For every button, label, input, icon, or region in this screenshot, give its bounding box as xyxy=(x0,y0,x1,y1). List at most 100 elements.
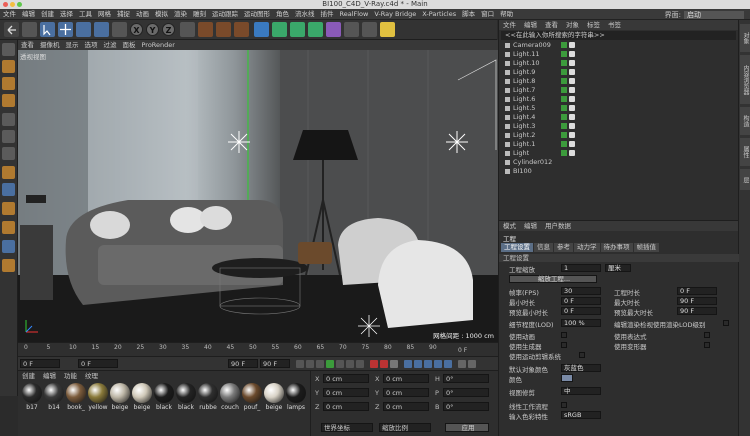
object-row[interactable]: Light.8 xyxy=(499,77,738,86)
cube-icon[interactable] xyxy=(254,22,269,37)
color-swatch[interactable] xyxy=(561,374,573,382)
menu-item-2[interactable]: 创建 xyxy=(38,9,57,20)
render-settings-icon[interactable] xyxy=(234,22,249,37)
tag-icon[interactable] xyxy=(569,132,575,138)
material-swatch[interactable] xyxy=(110,383,130,403)
material-menu-item-0[interactable]: 创建 xyxy=(18,371,39,381)
tag-icon[interactable] xyxy=(569,42,575,48)
move-tool-icon[interactable] xyxy=(58,22,73,37)
use-generator-checkbox[interactable] xyxy=(561,342,567,348)
attribute-menu-item-1[interactable]: 编辑 xyxy=(520,221,541,231)
menu-item-14[interactable]: 流水线 xyxy=(292,9,318,20)
material-swatch[interactable] xyxy=(132,383,152,403)
material-swatch[interactable] xyxy=(176,383,196,403)
linear-workflow-checkbox[interactable] xyxy=(561,402,567,408)
menu-item-9[interactable]: 渲染 xyxy=(171,9,190,20)
object-row[interactable]: Light.6 xyxy=(499,95,738,104)
object-menu-item-2[interactable]: 查看 xyxy=(541,20,562,30)
use-motion-checkbox[interactable] xyxy=(579,352,585,358)
start-frame-field[interactable]: 0 F xyxy=(78,359,118,368)
view-clip-dropdown[interactable]: 中 xyxy=(561,387,601,395)
input-color-dropdown[interactable]: sRGB xyxy=(561,411,601,419)
object-row[interactable]: Light.9 xyxy=(499,68,738,77)
material-menu-item-2[interactable]: 功能 xyxy=(60,371,81,381)
parameter-key-icon[interactable] xyxy=(434,360,442,368)
record-icon[interactable] xyxy=(370,360,378,368)
attribute-tab-3[interactable]: 动力学 xyxy=(574,243,600,252)
right-tab-1[interactable]: 内容浏览器 xyxy=(740,55,750,104)
maximize-window-button[interactable] xyxy=(17,2,22,7)
visibility-check-icon[interactable] xyxy=(561,114,567,120)
position-field[interactable]: 0 cm xyxy=(323,402,369,411)
object-search-input[interactable]: <<在此输入你所搜索的字符串>> xyxy=(501,31,736,40)
position-field[interactable]: 0 cm xyxy=(323,388,369,397)
fps-field[interactable]: 30 xyxy=(561,287,601,295)
end-frame-field[interactable]: 90 F xyxy=(228,359,258,368)
apply-button[interactable]: 应用 xyxy=(445,423,489,432)
recent-tool-icon[interactable] xyxy=(112,22,127,37)
material-swatch[interactable] xyxy=(88,383,108,403)
tag-icon[interactable] xyxy=(569,69,575,75)
right-tab-2[interactable]: 构造 xyxy=(740,107,750,135)
object-row[interactable]: Light.5 xyxy=(499,104,738,113)
end-frame-field-2[interactable]: 90 F xyxy=(260,359,290,368)
viewport-solo-icon[interactable] xyxy=(2,240,15,253)
goto-end-icon[interactable] xyxy=(356,360,364,368)
undo-icon[interactable] xyxy=(4,22,19,37)
camera-icon[interactable] xyxy=(362,22,377,37)
rotation-key-icon[interactable] xyxy=(424,360,432,368)
redo-icon[interactable] xyxy=(22,22,37,37)
x-axis-lock-button[interactable]: X xyxy=(130,23,143,36)
tag-icon[interactable] xyxy=(569,96,575,102)
point-level-icon[interactable] xyxy=(444,360,452,368)
attribute-tab-5[interactable]: 帧插值 xyxy=(633,243,659,252)
visibility-check-icon[interactable] xyxy=(561,69,567,75)
duration-field[interactable]: 0 F xyxy=(677,287,717,295)
scale-mode-dropdown[interactable]: 缩放比例 xyxy=(379,423,431,432)
scale-tool-icon[interactable] xyxy=(76,22,91,37)
spline-pen-icon[interactable] xyxy=(272,22,287,37)
interface-selector[interactable]: 界面: 启动 xyxy=(665,10,744,20)
tag-icon[interactable] xyxy=(569,105,575,111)
array-icon[interactable] xyxy=(308,22,323,37)
use-expression-checkbox[interactable] xyxy=(704,332,710,338)
polygons-mode-icon[interactable] xyxy=(2,147,15,160)
close-window-button[interactable] xyxy=(3,2,8,7)
autokey-icon[interactable] xyxy=(380,360,388,368)
attribute-menu-item-0[interactable]: 模式 xyxy=(499,221,520,231)
next-key-icon[interactable] xyxy=(346,360,354,368)
viewport-menu-item-0[interactable]: 查看 xyxy=(18,40,37,50)
rotation-field[interactable]: 0° xyxy=(443,388,489,397)
material-swatch[interactable] xyxy=(286,383,306,403)
interface-dropdown[interactable]: 启动 xyxy=(684,11,744,19)
material-swatch[interactable] xyxy=(66,383,86,403)
default-color-dropdown[interactable]: 灰蓝色 xyxy=(561,364,601,372)
visibility-check-icon[interactable] xyxy=(561,96,567,102)
axis-mode-icon[interactable] xyxy=(2,166,15,179)
menu-item-4[interactable]: 工具 xyxy=(76,9,95,20)
object-menu-item-4[interactable]: 标签 xyxy=(583,20,604,30)
attribute-tab-4[interactable]: 待办事项 xyxy=(600,243,633,252)
lod-field[interactable]: 100 % xyxy=(561,319,601,327)
rotation-field[interactable]: 0° xyxy=(443,402,489,411)
menu-item-17[interactable]: V-Ray Bridge xyxy=(371,9,419,20)
next-frame-icon[interactable] xyxy=(336,360,344,368)
visibility-check-icon[interactable] xyxy=(561,42,567,48)
menu-item-11[interactable]: 运动跟踪 xyxy=(209,9,241,20)
material-swatch[interactable] xyxy=(264,383,284,403)
material-swatch[interactable] xyxy=(242,383,262,403)
position-field[interactable]: 0 cm xyxy=(323,374,369,383)
edges-mode-icon[interactable] xyxy=(2,130,15,143)
snap-icon[interactable] xyxy=(2,183,15,196)
menu-item-18[interactable]: X-Particles xyxy=(419,9,459,20)
material-swatch[interactable] xyxy=(44,383,64,403)
menu-item-19[interactable]: 脚本 xyxy=(459,9,478,20)
menu-item-12[interactable]: 运动图形 xyxy=(241,9,273,20)
points-mode-icon[interactable] xyxy=(2,113,15,126)
attribute-tab-1[interactable]: 信息 xyxy=(534,243,553,252)
menu-item-3[interactable]: 选择 xyxy=(57,9,76,20)
model-mode-icon[interactable] xyxy=(2,60,15,73)
object-row[interactable]: Cylinder012 xyxy=(499,158,738,167)
tag-icon[interactable] xyxy=(569,123,575,129)
z-axis-lock-button[interactable]: Z xyxy=(162,23,175,36)
